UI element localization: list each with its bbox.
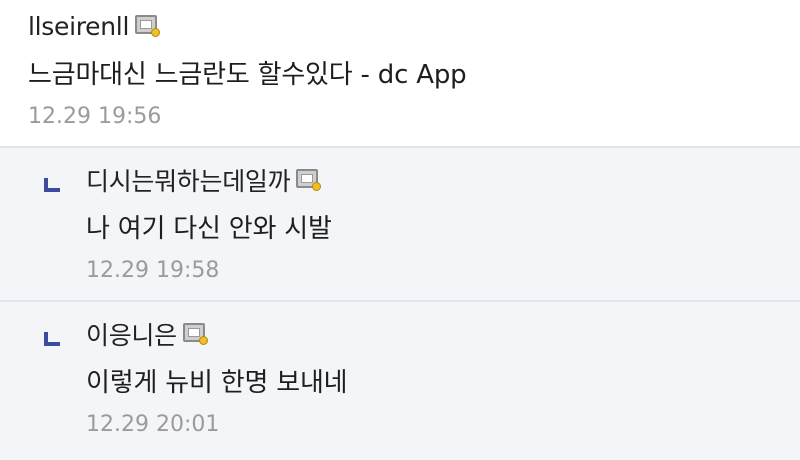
reply-arrow-icon <box>44 332 60 346</box>
reply-nickname[interactable]: 디시는뭐하는데일까 <box>86 162 291 198</box>
reply-nickname[interactable]: 이응니은 <box>86 316 177 352</box>
reply-text: 나 여기 다신 안와 시발 <box>86 214 332 244</box>
comment-list: llseirenll 느금마대신 느금란도 할수있다 - dc App 12.2… <box>0 0 800 460</box>
gallery-user-badge-icon <box>135 14 161 37</box>
reply-timestamp: 12.29 19:58 <box>86 258 220 283</box>
gallery-user-badge-icon <box>182 322 208 345</box>
reply-header: 디시는뭐하는데일까 <box>86 164 800 196</box>
comment-timestamp: 12.29 19:56 <box>28 104 162 129</box>
reply-header: 이응니은 <box>86 318 800 350</box>
comment-text: 느금마대신 느금란도 할수있다 - dc App <box>28 60 467 90</box>
comment-nickname[interactable]: llseirenll <box>28 12 129 41</box>
reply-item: 디시는뭐하는데일까 나 여기 다신 안와 시발 12.29 19:58 <box>0 148 800 302</box>
reply-timestamp: 12.29 20:01 <box>86 412 220 437</box>
reply-item: 이응니은 이렇게 뉴비 한명 보내네 12.29 20:01 <box>0 302 800 460</box>
gallery-user-badge-icon <box>296 168 322 191</box>
comment-header: llseirenll <box>28 10 800 42</box>
comment-item: llseirenll 느금마대신 느금란도 할수있다 - dc App 12.2… <box>0 0 800 148</box>
reply-text: 이렇게 뉴비 한명 보내네 <box>86 368 348 398</box>
reply-arrow-icon <box>44 178 60 192</box>
